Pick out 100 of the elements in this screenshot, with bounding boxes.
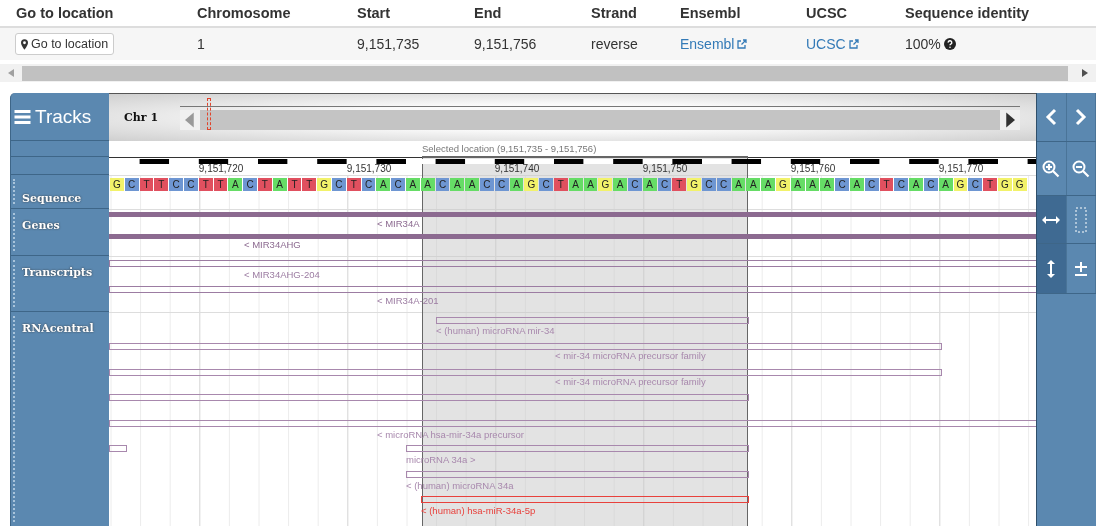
map-marker-icon bbox=[21, 38, 28, 50]
nucleotide: A bbox=[509, 178, 524, 191]
track-name: Transcripts bbox=[22, 266, 93, 279]
nucleotide: C bbox=[184, 178, 198, 191]
column-header: Chromosome bbox=[197, 5, 292, 21]
scrollbar-thumb[interactable] bbox=[22, 65, 1068, 81]
nucleotide: A bbox=[790, 178, 805, 191]
nucleotide: A bbox=[909, 178, 923, 191]
horizontal-arrows-icon bbox=[1042, 215, 1061, 224]
nucleotide: A bbox=[228, 178, 243, 191]
horizontal-scrollbar[interactable] bbox=[0, 64, 1096, 82]
feature-box[interactable] bbox=[109, 394, 749, 401]
nucleotide: A bbox=[568, 178, 583, 191]
scroll-left-icon[interactable] bbox=[8, 69, 14, 77]
nucleotide: A bbox=[761, 178, 775, 191]
feature-box[interactable] bbox=[406, 471, 749, 478]
feature-label: < mir-34 microRNA precursor family bbox=[555, 350, 706, 361]
feature-box[interactable] bbox=[421, 496, 749, 503]
dashed-rectangle-icon bbox=[1074, 206, 1087, 233]
nucleotide: C bbox=[124, 178, 139, 191]
location-marker[interactable] bbox=[207, 97, 211, 130]
feature-box[interactable] bbox=[406, 445, 749, 452]
vertical-arrows-button[interactable] bbox=[1037, 244, 1067, 293]
feature-label: < MIR34AHG bbox=[244, 239, 301, 250]
nucleotide: A bbox=[938, 178, 953, 191]
chromosome-label: Chr 1 bbox=[124, 111, 160, 124]
feature-box[interactable] bbox=[109, 260, 1036, 267]
column-header: Start bbox=[357, 5, 392, 21]
nucleotide: T bbox=[213, 178, 228, 191]
ensembl-link[interactable]: Ensembl bbox=[680, 36, 735, 52]
ruler-tick-label: 9,151,740 bbox=[494, 163, 540, 174]
horizontal-arrows-button[interactable] bbox=[1037, 196, 1067, 243]
drag-handle-icon[interactable] bbox=[13, 179, 18, 204]
ucsc-link[interactable]: UCSC bbox=[806, 36, 846, 52]
chromosome-overview-scrollbar[interactable] bbox=[180, 109, 1020, 130]
feature-label: < (human) microRNA mir-34 bbox=[436, 325, 555, 336]
menu-icon[interactable] bbox=[14, 109, 31, 124]
nucleotide: T bbox=[554, 178, 568, 191]
feature-box[interactable] bbox=[436, 317, 749, 324]
nucleotide: C bbox=[894, 178, 909, 191]
selection-label: Selected location (9,151,735 - 9,151,756) bbox=[422, 143, 597, 154]
nucleotide: C bbox=[391, 178, 405, 191]
drag-handle-icon[interactable] bbox=[13, 316, 18, 522]
scroll-right-icon[interactable] bbox=[1000, 109, 1020, 130]
nucleotide: C bbox=[539, 178, 553, 191]
ruler-tick-label: 9,151,760 bbox=[790, 163, 836, 174]
column-header: Go to location bbox=[16, 5, 115, 21]
feature-box[interactable] bbox=[109, 420, 1036, 427]
go-to-location-button[interactable]: Go to location bbox=[15, 33, 115, 55]
nucleotide: C bbox=[361, 178, 376, 191]
scroll-left-icon[interactable] bbox=[180, 109, 200, 130]
nucleotide: A bbox=[642, 178, 657, 191]
drag-handle-icon[interactable] bbox=[13, 213, 18, 251]
start-cell: 9,151,735 bbox=[357, 36, 420, 52]
nucleotide: T bbox=[879, 178, 894, 191]
feature-label: < mir-34 microRNA precursor family bbox=[555, 376, 706, 387]
chevron-right-icon bbox=[1074, 108, 1087, 126]
feature-label: < (human) hsa-miR-34a-5p bbox=[421, 505, 536, 516]
drag-handle-icon[interactable] bbox=[13, 260, 18, 307]
vertical-arrows-icon bbox=[1047, 259, 1056, 278]
nucleotide: C bbox=[494, 178, 509, 191]
end-cell: 9,151,756 bbox=[474, 36, 537, 52]
nucleotide: A bbox=[746, 178, 761, 191]
zoom-out-icon bbox=[1071, 159, 1090, 178]
nucleotide: T bbox=[983, 178, 997, 191]
nucleotide: C bbox=[169, 178, 183, 191]
nucleotide: A bbox=[406, 178, 420, 191]
zoom-in-icon bbox=[1042, 159, 1061, 178]
nucleotide: C bbox=[243, 178, 257, 191]
nucleotide: C bbox=[716, 178, 731, 191]
nucleotide: G bbox=[110, 178, 124, 191]
strand-cell: reverse bbox=[591, 36, 638, 52]
nucleotide: G bbox=[953, 178, 968, 191]
feature-box[interactable] bbox=[109, 445, 127, 452]
nucleotide: C bbox=[968, 178, 983, 191]
tracks-title: Tracks bbox=[35, 105, 92, 128]
nucleotide: C bbox=[657, 178, 672, 191]
nucleotide: A bbox=[272, 178, 287, 191]
external-link-icon bbox=[737, 39, 748, 49]
nucleotide: A bbox=[850, 178, 864, 191]
ruler-tick-label: 9,151,730 bbox=[346, 163, 392, 174]
scroll-right-icon[interactable] bbox=[1082, 69, 1088, 77]
column-header: Sequence identity bbox=[905, 5, 1031, 21]
feature-box[interactable] bbox=[109, 343, 942, 350]
column-header: End bbox=[474, 5, 503, 21]
ruler-tick-label: 9,151,770 bbox=[938, 163, 984, 174]
nucleotide: C bbox=[480, 178, 494, 191]
nucleotide: T bbox=[346, 178, 361, 191]
feature-box[interactable] bbox=[109, 286, 1036, 293]
track-name: Genes bbox=[22, 219, 60, 232]
nucleotide: A bbox=[465, 178, 479, 191]
nucleotide: C bbox=[702, 178, 716, 191]
nucleotide: A bbox=[583, 178, 598, 191]
feature-box[interactable] bbox=[109, 369, 942, 376]
nucleotide: T bbox=[302, 178, 317, 191]
nucleotide: G bbox=[524, 178, 539, 191]
nucleotide: G bbox=[1012, 178, 1027, 191]
nucleotide: G bbox=[317, 178, 331, 191]
column-header: Strand bbox=[591, 5, 638, 21]
help-icon[interactable] bbox=[943, 38, 956, 50]
